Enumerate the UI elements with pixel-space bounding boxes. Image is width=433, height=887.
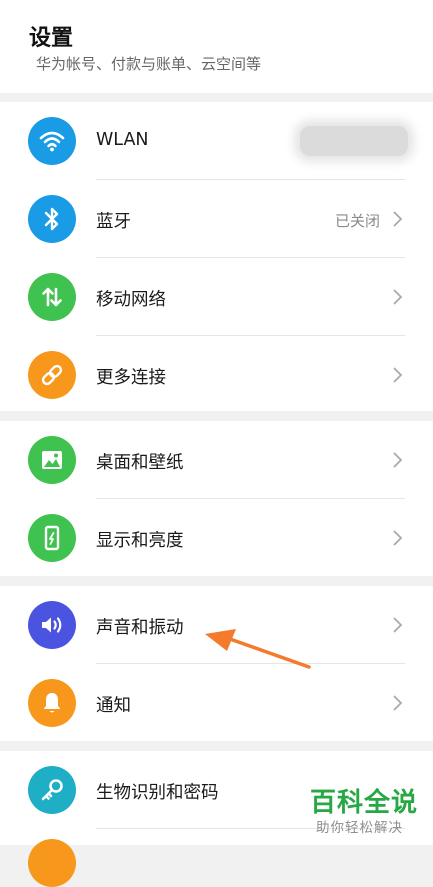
settings-group-display: 桌面和壁纸 显示和亮度 [0,421,433,576]
settings-item-label: 更多连接 [96,368,166,388]
mobile-data-icon [28,273,76,321]
settings-item-label: 生物识别和密码 [96,783,219,803]
chevron-right-icon [393,289,403,305]
chevron-right-icon [393,695,403,711]
chevron-right-icon [393,211,403,227]
settings-item-label: 声音和振动 [96,618,184,638]
partial-next-item-icon [28,839,76,887]
header: 设置 华为帐号、付款与账单、云空间等 [0,0,433,93]
settings-item-label: WLAN [96,130,149,150]
settings-item-notifications[interactable]: 通知 [0,664,433,741]
settings-item-label: 移动网络 [96,290,166,310]
watermark-subtitle: 助你轻松解决 [316,820,403,836]
wallpaper-icon [28,436,76,484]
settings-item-label: 显示和亮度 [96,531,184,551]
wifi-icon [28,117,76,165]
link-icon [28,351,76,399]
bluetooth-icon [28,195,76,243]
wlan-network-name-blurred [300,126,408,156]
chevron-right-icon [393,367,403,383]
watermark-title: 百科全说 [310,788,419,818]
chevron-right-icon [393,617,403,633]
key-icon [28,766,76,814]
chevron-right-icon [393,530,403,546]
settings-item-display-brightness[interactable]: 显示和亮度 [0,499,433,576]
settings-item-sound-vibration[interactable]: 声音和振动 [0,586,433,663]
settings-item-bluetooth[interactable]: 蓝牙 已关闭 [0,180,433,257]
speaker-icon [28,601,76,649]
bluetooth-status: 已关闭 [335,212,381,230]
settings-item-label: 通知 [96,696,131,716]
settings-item-more-connections[interactable]: 更多连接 [0,336,433,413]
bell-icon [28,679,76,727]
settings-item-home-wallpaper[interactable]: 桌面和壁纸 [0,421,433,498]
page-title: 设置 [29,26,74,51]
settings-group-sound: 声音和振动 通知 [0,586,433,741]
display-icon [28,514,76,562]
chevron-right-icon [393,452,403,468]
account-hint[interactable]: 华为帐号、付款与账单、云空间等 [36,53,261,74]
settings-item-mobile-network[interactable]: 移动网络 [0,258,433,335]
settings-item-label: 蓝牙 [96,212,131,232]
settings-item-label: 桌面和壁纸 [96,453,184,473]
